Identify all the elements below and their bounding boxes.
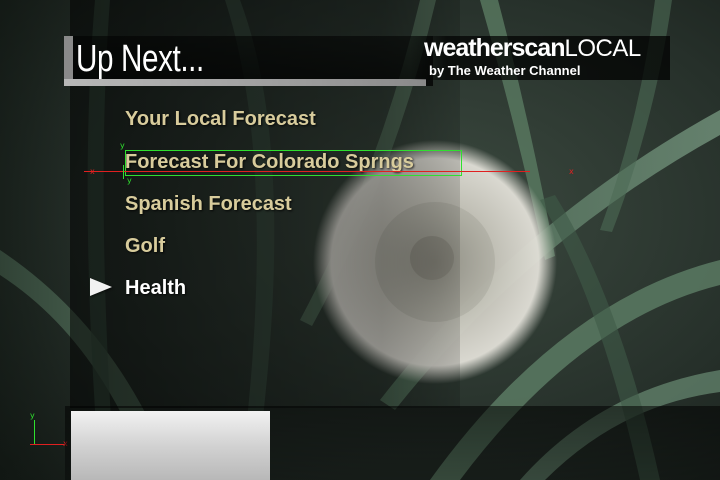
y-axis-guide [123, 165, 124, 179]
origin-y-axis [34, 420, 35, 444]
x-axis-marker: x [90, 167, 95, 176]
page-title: Up Next... [76, 38, 204, 80]
bottom-info-panel [71, 411, 270, 480]
selection-box [125, 150, 462, 176]
menu-item-health[interactable]: Health [125, 277, 186, 300]
baseline-guide [84, 171, 530, 172]
origin-x-axis [30, 444, 64, 445]
brand-tagline: by The Weather Channel [429, 63, 581, 78]
weatherscan-logo: weatherscanLOCAL [424, 36, 641, 61]
brand-name-light: LOCAL [564, 35, 641, 62]
origin-y-label: y [30, 411, 35, 420]
y-axis-marker: y [120, 141, 125, 150]
y-axis-marker-low: y [127, 176, 132, 185]
menu-item-your-local-forecast[interactable]: Your Local Forecast [125, 108, 316, 131]
weatherscan-screen: Up Next... weatherscanLOCAL by The Weath… [0, 0, 720, 480]
menu-item-spanish-forecast[interactable]: Spanish Forecast [125, 193, 292, 216]
play-arrow-icon [90, 278, 112, 296]
menu-item-golf[interactable]: Golf [125, 235, 165, 258]
brand-name-bold: weatherscan [424, 34, 565, 62]
x-axis-marker-end: x [569, 167, 574, 176]
left-edge-shade [0, 0, 70, 480]
